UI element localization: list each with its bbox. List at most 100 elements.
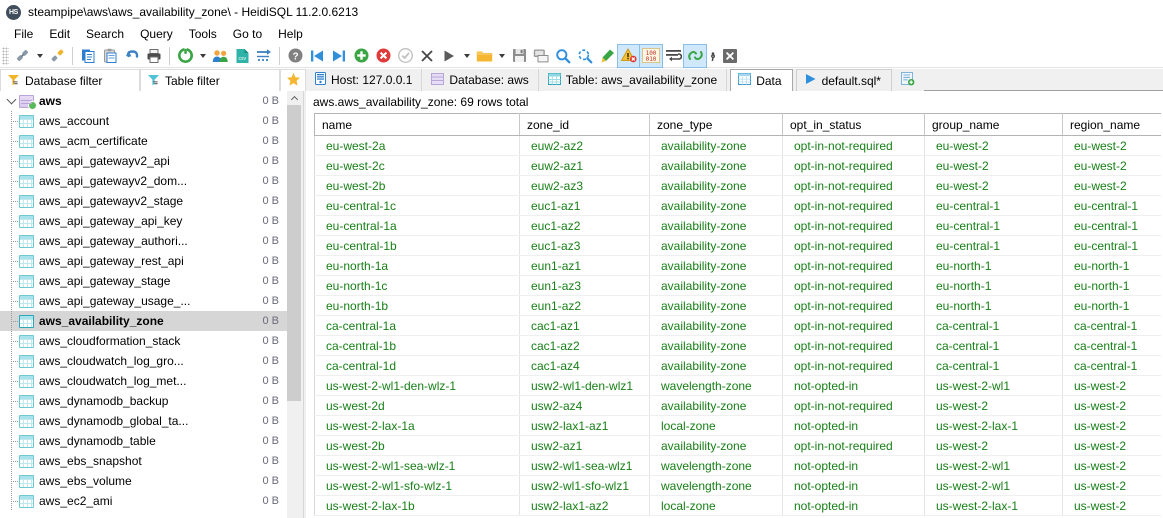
cell-region_name[interactable]: eu-central-1 xyxy=(1062,235,1161,256)
cell-opt_in_status[interactable]: opt-in-not-required xyxy=(782,135,925,156)
table-row[interactable]: ca-central-1b cac1-az2 availability-zone op… xyxy=(314,335,1161,356)
tree-item-aws-api-gateway-api-key[interactable]: aws_api_gateway_api_key 0 B xyxy=(0,211,287,231)
tree-item-aws-api-gatewayv2-dom-[interactable]: aws_api_gatewayv2_dom... 0 B xyxy=(0,171,287,191)
cell-region_name[interactable]: eu-north-1 xyxy=(1062,275,1161,296)
cell-zone_type[interactable]: wavelength-zone xyxy=(649,375,783,396)
tree-item-aws-dynamodb-global-ta-[interactable]: aws_dynamodb_global_ta... 0 B xyxy=(0,411,287,431)
cell-zone_type[interactable]: availability-zone xyxy=(649,395,783,416)
cell-name[interactable]: eu-north-1b xyxy=(314,295,520,316)
cell-region_name[interactable]: us-west-2 xyxy=(1062,375,1161,396)
tree-item-aws-api-gateway-authori-[interactable]: aws_api_gateway_authori... 0 B xyxy=(0,231,287,251)
table-row[interactable]: eu-north-1c eun1-az3 availability-zone opt-… xyxy=(314,275,1161,296)
column-header-opt_in_status[interactable]: opt_in_status xyxy=(782,113,925,136)
tab-data[interactable]: Data xyxy=(730,69,793,91)
data-grid-scroll[interactable]: name zone_id zone_type opt_in_status group_n… xyxy=(314,113,1161,518)
new-query-tab-button[interactable] xyxy=(891,69,924,91)
print-icon[interactable] xyxy=(143,45,165,67)
column-header-region_name[interactable]: region_name xyxy=(1062,113,1161,136)
cell-group_name[interactable]: eu-central-1 xyxy=(924,215,1063,236)
column-header-zone_type[interactable]: zone_type xyxy=(649,113,783,136)
cell-zone_id[interactable]: usw2-wl1-sfo-wlz1 xyxy=(519,475,650,496)
cancel-changes-icon[interactable] xyxy=(416,45,438,67)
copy-icon[interactable] xyxy=(77,45,99,67)
cell-zone_id[interactable]: cac1-az2 xyxy=(519,335,650,356)
cell-group_name[interactable]: us-west-2-wl1 xyxy=(924,375,1063,396)
table-row[interactable]: eu-north-1b eun1-az2 availability-zone opt-… xyxy=(314,295,1161,316)
replace-icon[interactable] xyxy=(574,45,596,67)
cell-opt_in_status[interactable]: opt-in-not-required xyxy=(782,335,925,356)
last-row-icon[interactable] xyxy=(328,45,350,67)
cell-region_name[interactable]: eu-north-1 xyxy=(1062,255,1161,276)
cell-name[interactable]: us-west-2-lax-1b xyxy=(314,495,520,516)
table-filter[interactable]: Table filter xyxy=(140,69,280,91)
cell-region_name[interactable]: eu-west-2 xyxy=(1062,175,1161,196)
column-header-zone_id[interactable]: zone_id xyxy=(519,113,650,136)
cell-group_name[interactable]: us-west-2-lax-1 xyxy=(924,495,1063,516)
cell-group_name[interactable]: eu-central-1 xyxy=(924,235,1063,256)
import-icon[interactable] xyxy=(253,45,275,67)
cell-zone_id[interactable]: usw2-wl1-sea-wlz1 xyxy=(519,455,650,476)
tree-item-aws-ec2-ami[interactable]: aws_ec2_ami 0 B xyxy=(0,491,287,511)
cell-opt_in_status[interactable]: opt-in-not-required xyxy=(782,215,925,236)
cell-region_name[interactable]: us-west-2 xyxy=(1062,395,1161,416)
scrollbar-thumb[interactable] xyxy=(287,105,301,401)
cell-opt_in_status[interactable]: opt-in-not-required xyxy=(782,155,925,176)
save-icon[interactable] xyxy=(508,45,530,67)
cell-zone_type[interactable]: wavelength-zone xyxy=(649,455,783,476)
cell-zone_id[interactable]: cac1-az4 xyxy=(519,355,650,376)
breadcrumb-database[interactable]: Database: aws xyxy=(422,69,539,91)
tree-item-aws-dynamodb-table[interactable]: aws_dynamodb_table 0 B xyxy=(0,431,287,451)
column-header-name[interactable]: name xyxy=(314,113,520,136)
tab-default-sql[interactable]: default.sql* xyxy=(795,69,892,91)
cell-name[interactable]: eu-central-1b xyxy=(314,235,520,256)
apply-changes-icon[interactable] xyxy=(394,45,416,67)
column-header-group_name[interactable]: group_name xyxy=(924,113,1063,136)
cell-name[interactable]: eu-central-1a xyxy=(314,215,520,236)
cell-group_name[interactable]: eu-north-1 xyxy=(924,255,1063,276)
cell-group_name[interactable]: us-west-2 xyxy=(924,395,1063,416)
cell-region_name[interactable]: us-west-2 xyxy=(1062,495,1161,516)
breadcrumb-host[interactable]: Host: 127.0.0.1 xyxy=(306,69,423,91)
cell-region_name[interactable]: eu-west-2 xyxy=(1062,135,1161,156)
cell-name[interactable]: ca-central-1d xyxy=(314,355,520,376)
table-row[interactable]: eu-central-1b euc1-az3 availability-zone op… xyxy=(314,235,1161,256)
clear-icon[interactable] xyxy=(596,45,618,67)
refresh-dropdown-icon[interactable] xyxy=(196,45,209,67)
menu-search[interactable]: Search xyxy=(78,25,132,43)
cell-name[interactable]: us-west-2d xyxy=(314,395,520,416)
cell-zone_id[interactable]: usw2-lax1-az1 xyxy=(519,415,650,436)
cell-zone_id[interactable]: usw2-lax1-az2 xyxy=(519,495,650,516)
refresh-icon[interactable] xyxy=(174,45,196,67)
table-row[interactable]: us-west-2-wl1-sfo-wlz-1 usw2-wl1-sfo-wlz1… xyxy=(314,475,1161,496)
cell-zone_type[interactable]: availability-zone xyxy=(649,235,783,256)
cell-group_name[interactable]: eu-west-2 xyxy=(924,175,1063,196)
cell-zone_type[interactable]: availability-zone xyxy=(649,355,783,376)
cell-opt_in_status[interactable]: not-opted-in xyxy=(782,375,925,396)
table-row[interactable]: eu-west-2a euw2-az2 availability-zone opt-i… xyxy=(314,135,1161,156)
cell-region_name[interactable]: us-west-2 xyxy=(1062,435,1161,456)
database-filter[interactable]: Database filter xyxy=(0,69,140,91)
cell-opt_in_status[interactable]: opt-in-not-required xyxy=(782,395,925,416)
menu-edit[interactable]: Edit xyxy=(41,25,78,43)
cell-opt_in_status[interactable]: not-opted-in xyxy=(782,415,925,436)
table-row[interactable]: eu-north-1a eun1-az1 availability-zone opt-… xyxy=(314,255,1161,276)
delimiter-icon[interactable] xyxy=(706,45,719,67)
menu-file[interactable]: File xyxy=(6,25,41,43)
cell-opt_in_status[interactable]: opt-in-not-required xyxy=(782,255,925,276)
table-row[interactable]: eu-west-2b euw2-az3 availability-zone opt-i… xyxy=(314,175,1161,196)
format-sql-icon[interactable] xyxy=(683,43,707,68)
cell-name[interactable]: eu-west-2c xyxy=(314,155,520,176)
cell-name[interactable]: us-west-2-wl1-sea-wlz-1 xyxy=(314,455,520,476)
sidebar-scrollbar[interactable] xyxy=(287,91,301,518)
cell-region_name[interactable]: ca-central-1 xyxy=(1062,355,1161,376)
cell-zone_type[interactable]: local-zone xyxy=(649,495,783,516)
cell-opt_in_status[interactable]: not-opted-in xyxy=(782,475,925,496)
cell-zone_type[interactable]: availability-zone xyxy=(649,315,783,336)
table-row[interactable]: us-west-2d usw2-az4 availability-zone opt-i… xyxy=(314,395,1161,416)
tree-item-aws-account[interactable]: aws_account 0 B xyxy=(0,111,287,131)
wrap-lines-icon[interactable] xyxy=(662,45,684,67)
cell-name[interactable]: eu-north-1c xyxy=(314,275,520,296)
cell-zone_type[interactable]: availability-zone xyxy=(649,255,783,276)
favorites-button[interactable] xyxy=(280,69,306,91)
connect-icon[interactable] xyxy=(11,45,33,67)
